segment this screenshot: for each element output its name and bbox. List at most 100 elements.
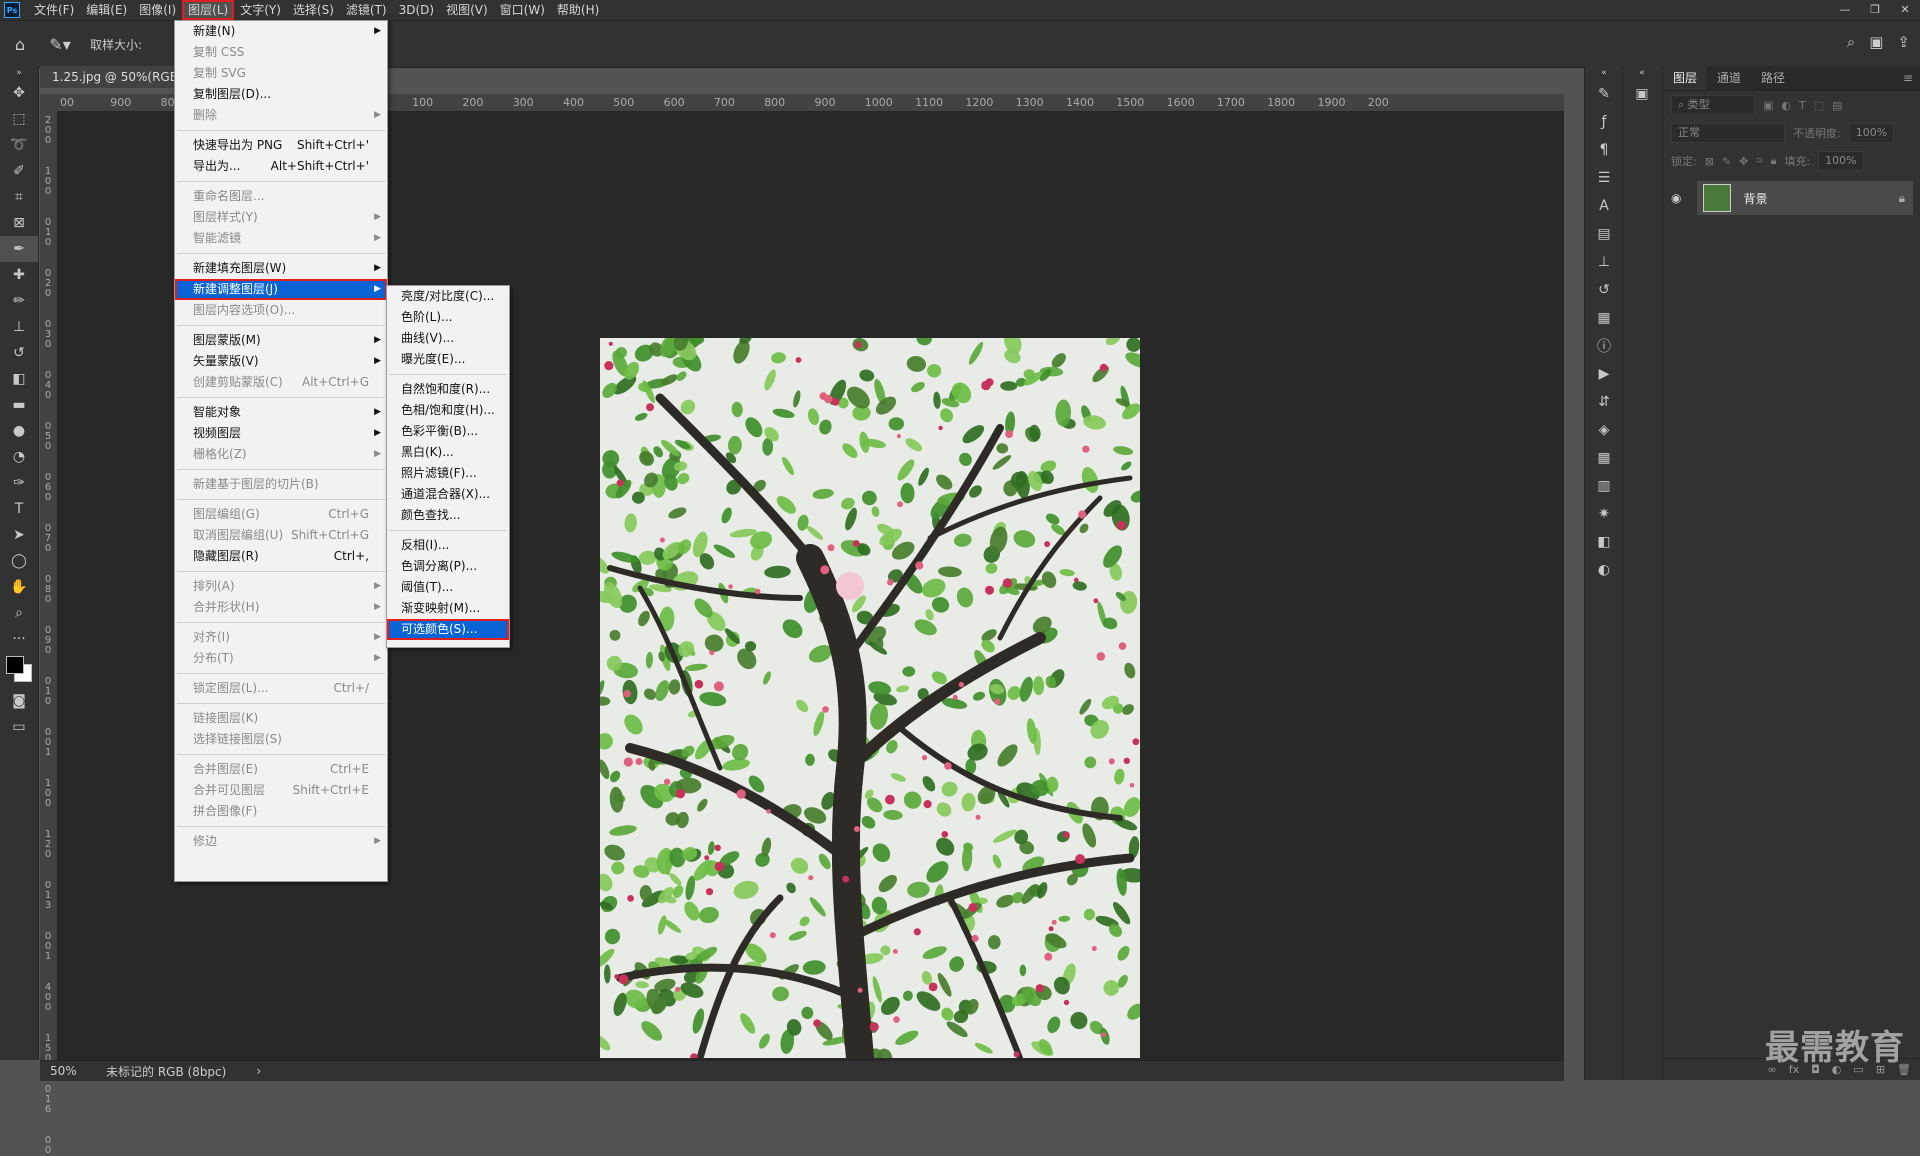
menu-4[interactable]: 文字(Y) (234, 0, 287, 20)
3d-icon[interactable]: ◈ (1585, 416, 1623, 444)
color-icon[interactable]: ◐ (1585, 556, 1623, 584)
status-arrow-icon[interactable]: › (256, 1064, 261, 1078)
move-tool-icon[interactable]: ✥ (0, 80, 38, 106)
layer-menu-item[interactable]: 图层蒙版(M) ▶ (175, 330, 387, 351)
clone-source-icon[interactable]: ⊥ (1585, 248, 1623, 276)
sample-size-label[interactable]: 取样大小: (90, 36, 142, 53)
frame-tool-icon[interactable]: ⊠ (0, 210, 38, 236)
quick-select-tool-icon[interactable]: ✐ (0, 158, 38, 184)
quick-mask-icon[interactable]: ◙ (0, 688, 38, 714)
fill-input[interactable]: 100% (1818, 151, 1864, 171)
collapse-icon[interactable]: « (1585, 66, 1623, 80)
layer-menu-item[interactable]: 导出为... Alt+Shift+Ctrl+' (175, 156, 387, 177)
layer-menu-item[interactable]: 新建填充图层(W) ▶ (175, 258, 387, 279)
adjust-menu-item[interactable]: 自然饱和度(R)... (387, 379, 509, 400)
timeline-icon[interactable]: ▦ (1585, 444, 1623, 472)
adjust-menu-item[interactable]: 渐变映射(M)... (387, 598, 509, 619)
search-icon[interactable]: ⌕ (1847, 33, 1855, 51)
adjust-menu-item[interactable]: 曝光度(E)... (387, 349, 509, 370)
menu-10[interactable]: 帮助(H) (551, 0, 605, 20)
blend-mode-select[interactable]: 正常 (1671, 123, 1785, 143)
clone-stamp-tool-icon[interactable]: ⊥ (0, 314, 38, 340)
panel-menu-icon[interactable]: ≡ (1903, 71, 1913, 85)
minimize-button[interactable]: — (1830, 0, 1860, 20)
lasso-tool-icon[interactable]: ➰ (0, 132, 38, 158)
adjust-menu-item[interactable]: 色彩平衡(B)... (387, 421, 509, 442)
tab-layers[interactable]: 图层 (1663, 66, 1708, 90)
opacity-input[interactable]: 100% (1848, 123, 1895, 143)
filter-shape-icon[interactable]: ⬚ (1814, 99, 1824, 112)
document-image[interactable] (600, 338, 1140, 1058)
menu-1[interactable]: 编辑(E) (80, 0, 133, 20)
adjust-menu-item[interactable]: 阈值(T)... (387, 577, 509, 598)
color-swatches[interactable] (0, 652, 38, 688)
layer-filter-select[interactable]: ⌕ 类型 (1671, 95, 1755, 115)
visibility-eye-icon[interactable]: ◉ (1671, 191, 1681, 205)
actions-icon[interactable]: ▶ (1585, 360, 1623, 388)
ellipse-tool-icon[interactable]: ◯ (0, 548, 38, 574)
collapse-icon-2[interactable]: « (1623, 66, 1661, 80)
screen-mode-icon[interactable]: ▭ (0, 714, 38, 740)
lock-all-icon[interactable]: 🔒︎ (1771, 154, 1777, 168)
menu-7[interactable]: 3D(D) (393, 0, 440, 20)
styles-icon[interactable]: ƒ (1585, 108, 1623, 136)
adjust-menu-item[interactable]: 黑白(K)... (387, 442, 509, 463)
document-info[interactable]: 未标记的 RGB (8bpc) (100, 1063, 226, 1080)
menu-9[interactable]: 窗口(W) (494, 0, 551, 20)
filter-pixel-icon[interactable]: ▣ (1763, 99, 1773, 112)
layer-menu-item[interactable]: 复制图层(D)... (175, 84, 387, 105)
menu-6[interactable]: 滤镜(T) (340, 0, 393, 20)
crop-tool-icon[interactable]: ⌗ (0, 184, 38, 210)
info-icon[interactable]: ⓘ (1585, 332, 1623, 360)
adjust-menu-item[interactable]: 色阶(L)... (387, 307, 509, 328)
adjust-menu-item[interactable]: 颜色查找... (387, 505, 509, 526)
workspace-icon[interactable]: ▣ (1869, 33, 1883, 51)
gradient-tool-icon[interactable]: ▬ (0, 392, 38, 418)
blur-tool-icon[interactable]: ● (0, 418, 38, 444)
home-icon[interactable]: ⌂ (0, 35, 40, 54)
layer-row-background[interactable]: ◉ 背景 🔒︎ (1671, 181, 1913, 215)
close-button[interactable]: ✕ (1890, 0, 1920, 20)
tab-channels[interactable]: 通道 (1707, 66, 1751, 90)
adjust-menu-item[interactable]: 可选颜色(S)... (387, 619, 509, 640)
tab-paths[interactable]: 路径 (1751, 66, 1795, 90)
lock-artboard-icon[interactable]: ⌗ (1756, 154, 1762, 168)
light-icon[interactable]: ✷ (1585, 500, 1623, 528)
adjust-menu-item[interactable]: 曲线(V)... (387, 328, 509, 349)
restore-button[interactable]: ❐ (1860, 0, 1890, 20)
adjust-menu-item[interactable]: 亮度/对比度(C)... (387, 286, 509, 307)
layer-menu-item[interactable]: 快速导出为 PNG Shift+Ctrl+' (175, 135, 387, 156)
adjust-menu-item[interactable]: 通道混合器(X)... (387, 484, 509, 505)
adjust-menu-item[interactable]: 照片滤镜(F)... (387, 463, 509, 484)
dodge-tool-icon[interactable]: ◔ (0, 444, 38, 470)
notes-icon[interactable]: ▥ (1585, 472, 1623, 500)
layer-menu-item[interactable]: 矢量蒙版(V) ▶ (175, 351, 387, 372)
adjust-menu-item[interactable]: 反相(I)... (387, 535, 509, 556)
menu-5[interactable]: 选择(S) (287, 0, 340, 20)
filter-type-icon[interactable]: T (1799, 99, 1806, 112)
lock-image-icon[interactable]: ✎ (1722, 155, 1731, 168)
share-icon[interactable]: ⇪ (1897, 33, 1910, 51)
properties-icon[interactable]: ⇵ (1585, 388, 1623, 416)
eyedropper-tool-icon[interactable]: ✒ (0, 236, 38, 262)
zoom-level[interactable]: 50% (40, 1064, 100, 1078)
brush-tool-icon[interactable]: ✏ (0, 288, 38, 314)
eyedropper-preset-icon[interactable]: ✎▾ (40, 35, 80, 54)
pen-tool-icon[interactable]: ✑ (0, 470, 38, 496)
marquee-tool-icon[interactable]: ⬚ (0, 106, 38, 132)
toolbar-collapse-icon[interactable]: » (0, 66, 38, 80)
adjustments-icon[interactable]: ☰ (1585, 164, 1623, 192)
healing-brush-tool-icon[interactable]: ✚ (0, 262, 38, 288)
swatch-panel-icon[interactable]: ▣ (1623, 80, 1661, 108)
filter-smart-icon[interactable]: ▤ (1832, 99, 1842, 112)
layer-menu-item[interactable]: 新建调整图层(J) ▶ (175, 279, 387, 300)
path-select-tool-icon[interactable]: ➤ (0, 522, 38, 548)
type-tool-icon[interactable]: T (0, 496, 38, 522)
hand-tool-icon[interactable]: ✋ (0, 574, 38, 600)
zoom-tool-icon[interactable]: ⌕ (0, 600, 38, 626)
libraries-icon[interactable]: ▦ (1585, 304, 1623, 332)
eraser-tool-icon[interactable]: ◧ (0, 366, 38, 392)
brush-settings-icon[interactable]: ✎ (1585, 80, 1623, 108)
document-tab[interactable]: 1.25.jpg @ 50%(RGB/8) (40, 66, 192, 88)
menu-0[interactable]: 文件(F) (28, 0, 80, 20)
